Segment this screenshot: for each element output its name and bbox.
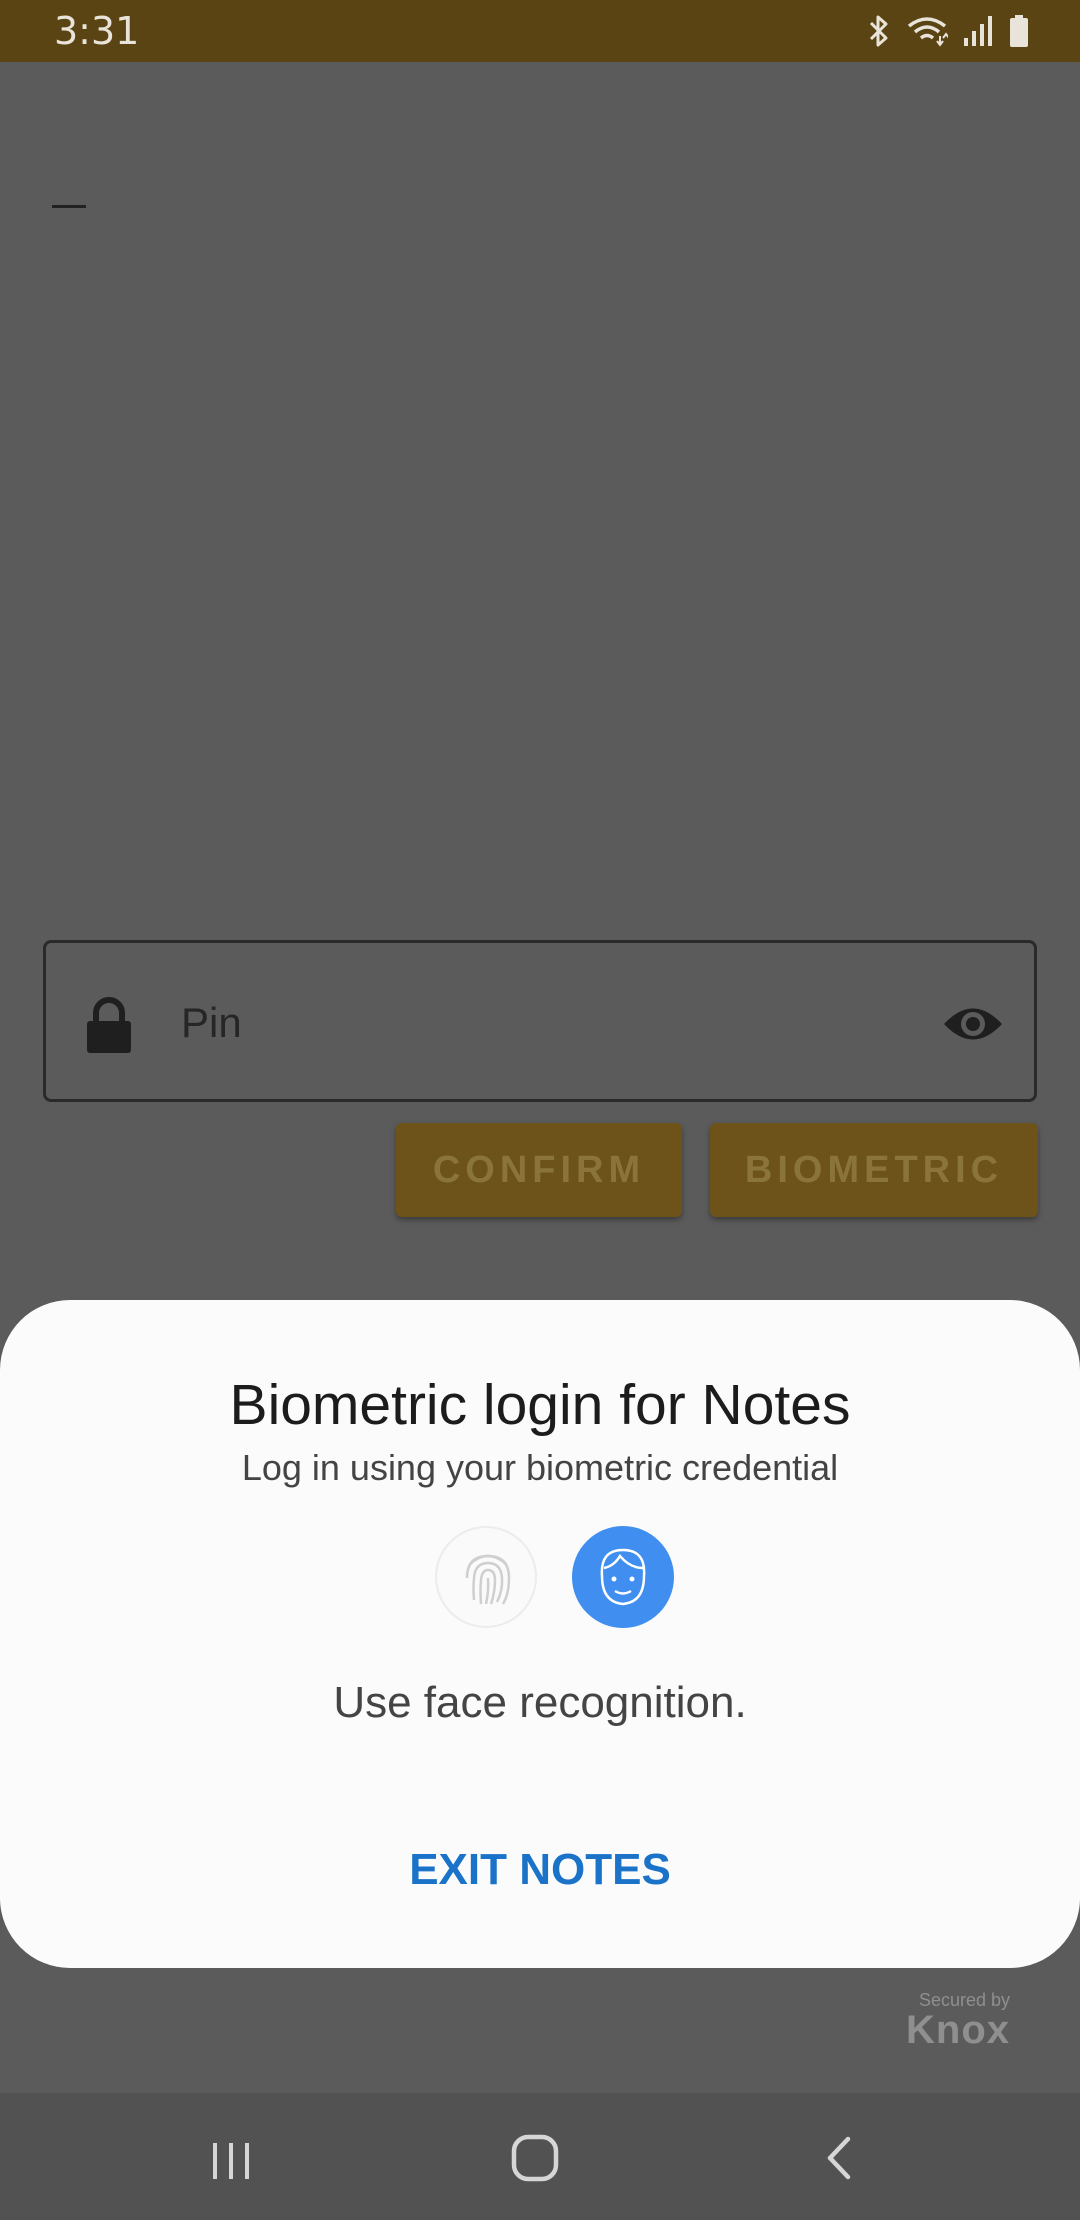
navigation-bar [0,2093,1080,2220]
exit-notes-button[interactable]: EXIT NOTES [340,1840,740,1900]
biometric-button[interactable]: BIOMETRIC [710,1123,1038,1217]
pin-placeholder: Pin [181,999,242,1046]
dialog-hint: Use face recognition. [333,1678,747,1727]
knox-logo: Secured by Knox [906,1990,1010,2050]
signal-icon [962,14,994,48]
home-icon[interactable] [496,2123,576,2193]
knox-name: Knox [906,2008,1010,2052]
bluetooth-icon [866,14,892,48]
back-icon[interactable] [800,2123,880,2193]
status-time: 3:31 [54,9,140,53]
dialog-subtitle: Log in using your biometric credential [241,1447,839,1488]
fingerprint-icon[interactable] [435,1526,537,1628]
screen: 3:31 Pin CONFIRM BIOMETRIC Biometric log… [0,0,1080,2220]
status-bar: 3:31 [0,0,1080,62]
confirm-button[interactable]: CONFIRM [396,1123,682,1217]
status-icons [866,12,1030,50]
recent-apps-icon[interactable] [193,2123,273,2193]
dialog-title: Biometric login for Notes [229,1373,851,1437]
lock-icon [83,997,135,1053]
pin-field[interactable]: Pin [43,940,1037,1102]
battery-icon [1008,14,1030,48]
wifi-icon [906,14,948,48]
menu-icon[interactable] [52,205,86,208]
biometric-dialog: Biometric login for Notes Log in using y… [0,1300,1080,1968]
face-icon[interactable] [572,1526,674,1628]
eye-icon[interactable] [942,1001,1004,1047]
knox-secured-by: Secured by [918,1990,1010,2010]
